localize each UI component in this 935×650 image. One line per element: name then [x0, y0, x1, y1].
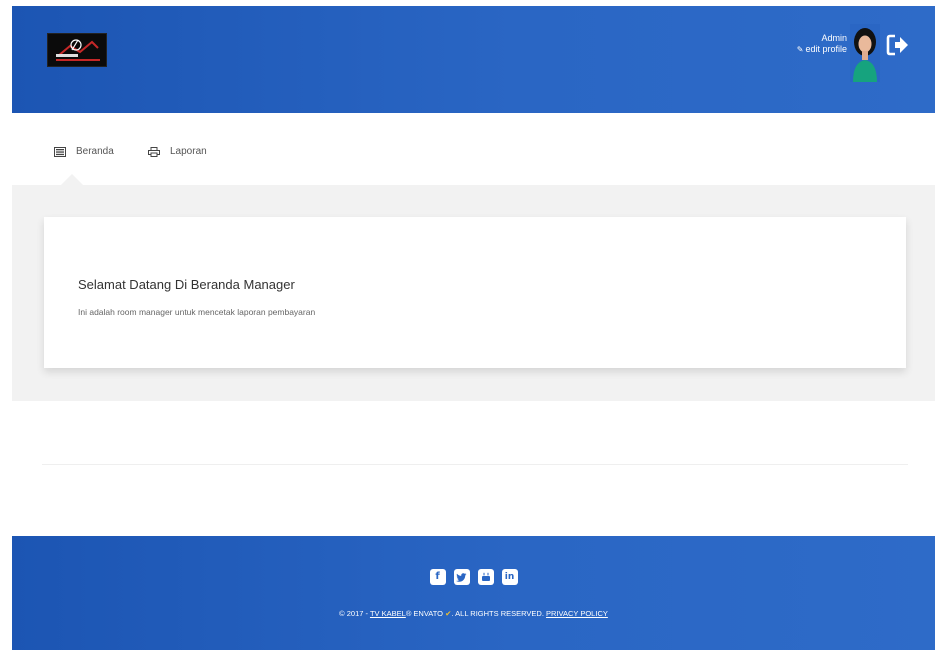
- logo-graphic: [48, 34, 106, 66]
- nav-item-laporan[interactable]: Laporan: [148, 146, 207, 157]
- welcome-title: Selamat Datang Di Beranda Manager: [78, 277, 295, 292]
- copyright-mid: ® ENVATO: [405, 609, 444, 618]
- privacy-policy-link[interactable]: PRIVACY POLICY: [546, 609, 608, 618]
- user-name: Admin: [821, 33, 847, 43]
- copyright-rights: . ALL RIGHTS RESERVED.: [451, 609, 547, 618]
- welcome-card: Selamat Datang Di Beranda Manager Ini ad…: [44, 217, 906, 368]
- page: Admin ✎ edit profile Beranda Laporan Sel…: [0, 0, 935, 650]
- social-links: f in: [12, 569, 935, 585]
- nav-item-label: Beranda: [76, 146, 114, 157]
- top-header: Admin ✎ edit profile: [12, 6, 935, 113]
- nav-item-beranda[interactable]: Beranda: [54, 146, 114, 157]
- linkedin-icon[interactable]: in: [501, 569, 518, 585]
- copyright-text: © 2017 - TV KABEL® ENVATO ✔. ALL RIGHTS …: [12, 609, 935, 618]
- twitter-icon[interactable]: [453, 569, 470, 585]
- copyright-prefix: © 2017 -: [339, 609, 370, 618]
- printer-icon: [148, 146, 160, 157]
- brand-logo[interactable]: [47, 33, 107, 67]
- pencil-icon: ✎: [796, 45, 804, 54]
- edit-profile-label: edit profile: [805, 44, 847, 54]
- brand-link[interactable]: TV KABEL: [370, 609, 406, 618]
- footer: f in © 2017 - TV KABEL® ENVATO ✔. ALL RI…: [12, 536, 935, 650]
- facebook-icon[interactable]: f: [429, 569, 446, 585]
- content-area: Selamat Datang Di Beranda Manager Ini ad…: [12, 185, 935, 401]
- welcome-description: Ini adalah room manager untuk mencetak l…: [78, 307, 316, 317]
- avatar[interactable]: [850, 24, 880, 82]
- nav-item-label: Laporan: [170, 146, 207, 157]
- main-nav: Beranda Laporan: [12, 113, 935, 186]
- avatar-image: [850, 24, 880, 82]
- divider: [42, 464, 908, 465]
- logout-icon[interactable]: [886, 33, 910, 57]
- edit-profile-link[interactable]: ✎ edit profile: [797, 44, 847, 54]
- list-icon: [54, 146, 66, 157]
- youtube-icon[interactable]: [477, 569, 494, 585]
